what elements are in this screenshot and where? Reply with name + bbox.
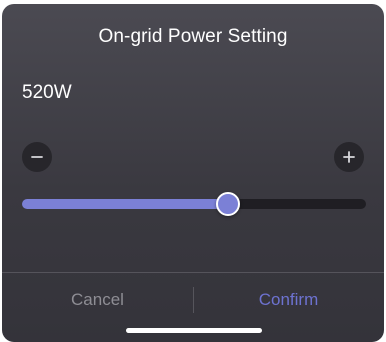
plus-icon xyxy=(343,151,355,163)
dialog-footer: Cancel Confirm xyxy=(2,273,384,327)
power-setting-dialog: On-grid Power Setting 520W Cancel Confir… xyxy=(2,4,384,342)
dialog-title: On-grid Power Setting xyxy=(98,26,288,47)
increase-button[interactable] xyxy=(334,142,364,172)
power-value: 520W xyxy=(22,82,72,103)
cancel-button[interactable]: Cancel xyxy=(2,273,193,327)
slider-fill xyxy=(22,199,229,209)
slider-track[interactable] xyxy=(22,199,366,209)
decrease-button[interactable] xyxy=(22,142,52,172)
minus-icon xyxy=(31,156,43,158)
home-indicator xyxy=(126,328,262,333)
confirm-button[interactable]: Confirm xyxy=(193,273,384,327)
power-slider[interactable] xyxy=(22,192,366,216)
slider-thumb[interactable] xyxy=(216,192,241,216)
